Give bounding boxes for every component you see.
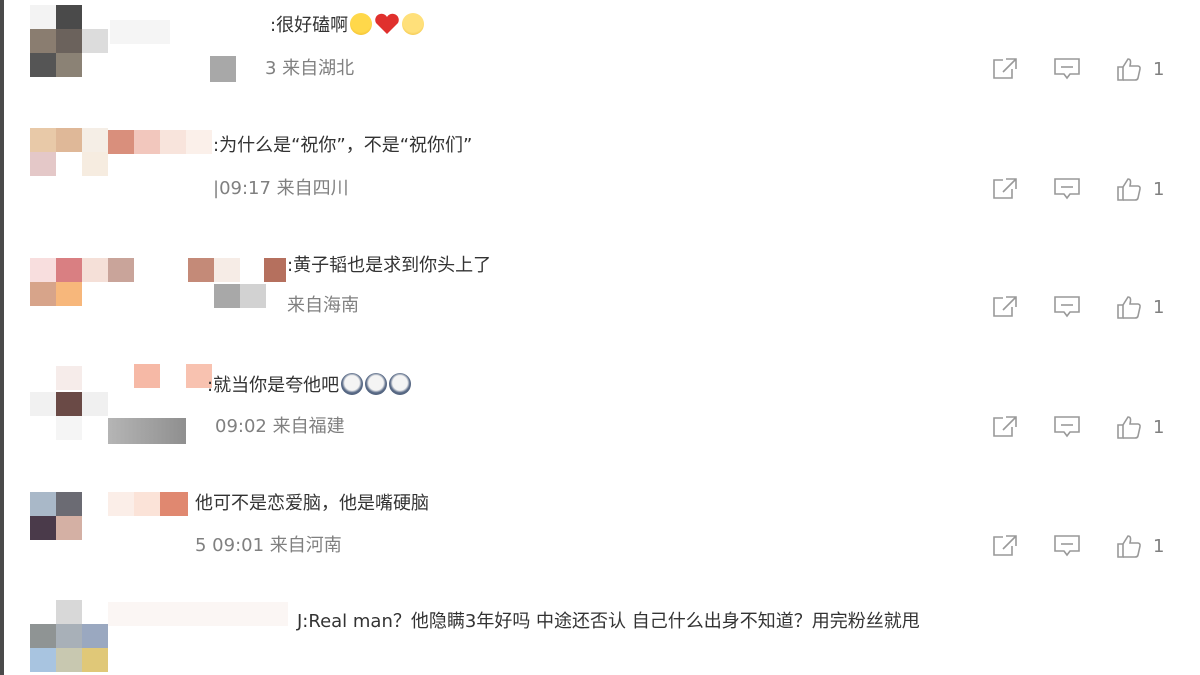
like-button[interactable]: 1 xyxy=(1115,531,1164,561)
share-icon xyxy=(993,416,1017,437)
like-button[interactable]: 1 xyxy=(1115,412,1164,442)
share-button[interactable] xyxy=(990,292,1020,322)
like-count: 1 xyxy=(1153,296,1165,318)
comment-text: J:Real man？他隐瞒3年好吗 中途还否认 自己什么出身不知道？用完粉丝就… xyxy=(297,611,920,632)
share-button[interactable] xyxy=(990,412,1020,442)
comment-icon xyxy=(1054,58,1080,80)
comment-meta: |09:17 来自四川 xyxy=(213,178,349,199)
comment-meta: 来自海南 xyxy=(287,295,359,316)
comment-icon xyxy=(1054,296,1080,318)
comment-text: 他可不是恋爱脑，他是嘴硬脑 xyxy=(195,493,429,514)
comment-icon xyxy=(1054,416,1080,438)
comment-button[interactable] xyxy=(1052,54,1082,84)
thumbs-up-icon xyxy=(1117,416,1141,439)
share-icon xyxy=(993,58,1017,79)
crying-laugh-emoji-icon xyxy=(350,13,373,35)
username-blurred xyxy=(108,258,288,312)
thumbs-up-icon xyxy=(1117,296,1141,319)
thumbs-up-icon xyxy=(1117,178,1141,201)
username-blurred xyxy=(108,128,213,158)
comment-icon xyxy=(1054,535,1080,557)
comment-actions: 1 xyxy=(990,531,1190,561)
comment-item: 他可不是恋爱脑，他是嘴硬脑 5 09:01 来自河南 1 xyxy=(0,480,1200,600)
comment-item: :黄子韬也是求到你头上了 来自海南 1 xyxy=(0,240,1200,360)
comment-actions: 1 xyxy=(990,412,1190,442)
avatar-blurred xyxy=(30,492,110,546)
avatar-blurred xyxy=(30,128,110,200)
like-count: 1 xyxy=(1153,58,1165,80)
thumbs-up-icon xyxy=(1117,58,1141,81)
comment-text: :黄子韬也是求到你头上了 xyxy=(287,255,492,276)
comment-item: J:Real man？他隐瞒3年好吗 中途还否认 自己什么出身不知道？用完粉丝就… xyxy=(0,598,1200,675)
red-heart-icon xyxy=(375,13,399,34)
share-icon xyxy=(993,178,1017,199)
like-button[interactable]: 1 xyxy=(1115,54,1164,84)
comment-actions: 1 xyxy=(990,54,1190,84)
comment-text: :为什么是“祝你”，不是“祝你们” xyxy=(213,135,473,156)
like-count: 1 xyxy=(1153,416,1165,438)
avatar-blurred xyxy=(30,258,110,312)
avatar-blurred xyxy=(30,600,110,674)
comment-button[interactable] xyxy=(1052,174,1082,204)
share-button[interactable] xyxy=(990,174,1020,204)
like-count: 1 xyxy=(1153,535,1165,557)
thumbs-up-icon xyxy=(1117,535,1141,558)
comment-button[interactable] xyxy=(1052,531,1082,561)
comment-meta: 3 来自湖北 xyxy=(265,58,355,79)
comment-meta: 5 09:01 来自河南 xyxy=(195,535,342,556)
comment-item: :很好磕啊 3 来自湖北 1 xyxy=(0,0,1200,120)
share-icon xyxy=(993,535,1017,556)
like-button[interactable]: 1 xyxy=(1115,174,1164,204)
username-blurred xyxy=(108,364,213,444)
comment-item: :为什么是“祝你”，不是“祝你们” |09:17 来自四川 1 xyxy=(0,120,1200,240)
comment-text: :就当你是夸他吧 xyxy=(207,373,412,398)
username-blurred xyxy=(108,602,288,632)
like-count: 1 xyxy=(1153,178,1165,200)
username-blurred xyxy=(110,8,270,84)
username-blurred xyxy=(108,492,193,522)
share-icon xyxy=(993,296,1017,317)
crying-emoji-icon xyxy=(341,373,364,395)
comment-text: :很好磕啊 xyxy=(270,13,425,38)
crying-emoji-icon xyxy=(389,373,412,395)
share-button[interactable] xyxy=(990,531,1020,561)
comment-button[interactable] xyxy=(1052,412,1082,442)
comment-actions: 1 xyxy=(990,174,1190,204)
avatar-blurred xyxy=(30,366,110,440)
crying-face-emoji-icon xyxy=(402,13,425,35)
comment-button[interactable] xyxy=(1052,292,1082,322)
comment-icon xyxy=(1054,178,1080,200)
comment-meta: 09:02 来自福建 xyxy=(215,416,345,437)
comment-item: :就当你是夸他吧 09:02 来自福建 1 xyxy=(0,360,1200,480)
crying-emoji-icon xyxy=(365,373,388,395)
share-button[interactable] xyxy=(990,54,1020,84)
like-button[interactable]: 1 xyxy=(1115,292,1164,322)
comment-actions: 1 xyxy=(990,292,1190,322)
avatar-blurred xyxy=(30,5,110,77)
